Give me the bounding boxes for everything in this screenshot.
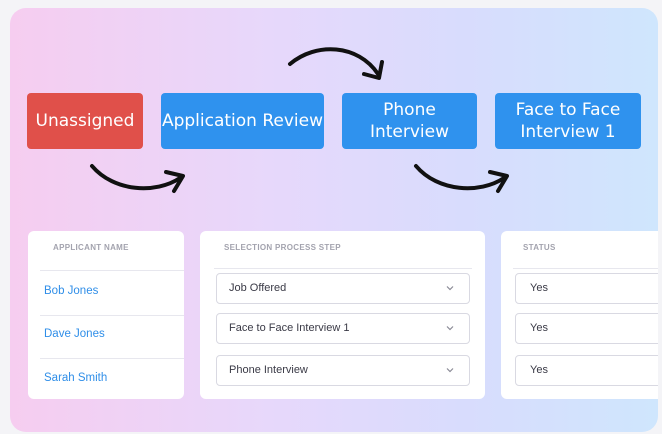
divider <box>40 358 184 359</box>
select-value: Face to Face Interview 1 <box>229 322 350 334</box>
curved-arrow-icon <box>288 47 384 80</box>
workflow-illustration: Unassigned Application Review Phone Inte… <box>10 8 658 432</box>
column-header-selection-step: SELECTION PROCESS STEP <box>224 243 341 252</box>
column-header-applicant-name: APPLICANT NAME <box>53 243 129 252</box>
chevron-down-icon <box>446 326 454 331</box>
stage-label: Application Review <box>161 111 324 131</box>
stage-phone-interview[interactable]: Phone Interview <box>342 93 477 149</box>
divider <box>40 270 184 271</box>
curved-arrow-icon <box>90 164 185 193</box>
select-value: Phone Interview <box>229 364 308 376</box>
stage-face-to-face-interview-1[interactable]: Face to Face Interview 1 <box>495 93 641 149</box>
column-header-status: STATUS <box>523 243 556 252</box>
stage-label: Unassigned <box>35 111 135 131</box>
stage-application-review[interactable]: Application Review <box>161 93 324 149</box>
selection-step-select[interactable]: Job Offered <box>216 273 470 304</box>
applicant-name-link[interactable]: Dave Jones <box>44 328 105 340</box>
applicant-name-link[interactable]: Sarah Smith <box>44 372 107 384</box>
status-field[interactable]: Yes <box>515 355 658 386</box>
chevron-down-icon <box>446 368 454 373</box>
select-value: Job Offered <box>229 282 287 294</box>
selection-step-select[interactable]: Phone Interview <box>216 355 470 386</box>
chevron-down-icon <box>446 286 454 291</box>
applicant-name-link[interactable]: Bob Jones <box>44 285 98 297</box>
selection-step-column: SELECTION PROCESS STEP Job Offered Face … <box>200 231 485 399</box>
applicant-name-column: APPLICANT NAME Bob Jones Dave Jones Sara… <box>28 231 184 399</box>
status-column: STATUS Yes Yes Yes <box>501 231 658 399</box>
status-field[interactable]: Yes <box>515 273 658 304</box>
status-value: Yes <box>530 364 548 376</box>
status-field[interactable]: Yes <box>515 313 658 344</box>
divider <box>214 268 472 269</box>
stage-label: Phone Interview <box>369 100 450 142</box>
stage-unassigned[interactable]: Unassigned <box>27 93 143 149</box>
divider <box>513 268 658 269</box>
divider <box>40 315 184 316</box>
curved-arrow-icon <box>414 164 509 193</box>
status-value: Yes <box>530 282 548 294</box>
status-value: Yes <box>530 322 548 334</box>
selection-step-select[interactable]: Face to Face Interview 1 <box>216 313 470 344</box>
stage-label: Face to Face Interview 1 <box>515 100 621 142</box>
